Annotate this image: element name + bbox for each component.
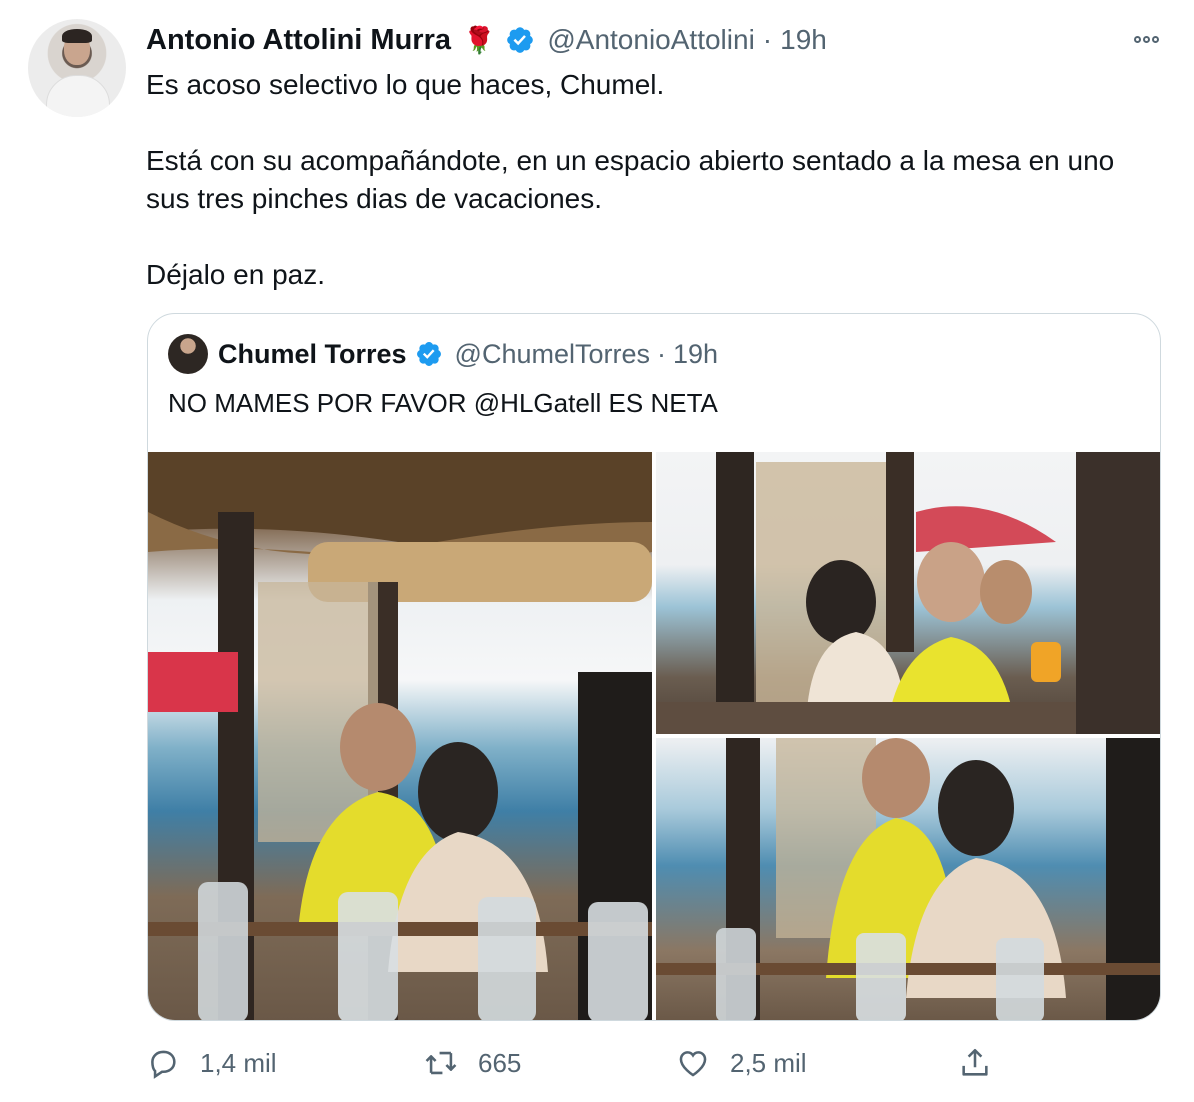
retweet-icon <box>425 1051 457 1075</box>
separator-dot: · <box>657 338 667 369</box>
verified-badge-icon <box>507 27 534 53</box>
tweet-line: Está con su acompañándote, en un espacio… <box>146 145 1115 214</box>
tweet-line: Es acoso selectivo lo que haces, Chumel. <box>146 69 665 100</box>
separator-dot: · <box>762 24 773 55</box>
quoted-tweet-header: Chumel Torres @ChumelTorres · 19h <box>218 336 718 372</box>
reply-button[interactable]: 1,4 mil <box>146 1040 277 1086</box>
author-handle[interactable]: @AntonioAttolini <box>547 24 754 56</box>
retweet-button[interactable]: 665 <box>424 1040 521 1086</box>
media-grid <box>148 452 1160 1020</box>
reply-icon <box>151 1050 176 1079</box>
tweet-line: Déjalo en paz. <box>146 259 326 290</box>
rose-emoji: 🌹 <box>462 24 496 55</box>
quoted-author-name[interactable]: Chumel Torres <box>218 339 407 370</box>
author-avatar[interactable] <box>28 19 126 117</box>
author-name[interactable]: Antonio Attolini Murra <box>146 24 451 57</box>
like-button[interactable]: 2,5 mil <box>676 1040 807 1086</box>
quoted-tweet-time[interactable]: 19h <box>673 339 718 370</box>
media-photo-3[interactable] <box>656 738 1160 1020</box>
media-photo-2[interactable] <box>656 452 1160 734</box>
retweet-count: 665 <box>478 1047 522 1078</box>
verified-badge-icon <box>416 342 441 366</box>
tweet-actions: 1,4 mil 665 2,5 mil <box>0 1040 1194 1086</box>
like-count: 2,5 mil <box>730 1047 807 1078</box>
tweet-header: Antonio Attolini Murra 🌹 @AntonioAttolin… <box>146 22 827 58</box>
more-options-icon[interactable] <box>1126 24 1166 54</box>
quoted-author-handle[interactable]: @ChumelTorres <box>455 339 650 370</box>
heart-icon <box>679 1051 707 1077</box>
tweet-time[interactable]: 19h <box>780 24 827 56</box>
quoted-tweet[interactable]: Chumel Torres @ChumelTorres · 19h NO MAM… <box>147 313 1161 1021</box>
quoted-tweet-text: NO MAMES POR FAVOR @HLGatell ES NETA <box>168 388 718 418</box>
reply-count: 1,4 mil <box>200 1047 277 1078</box>
share-button[interactable] <box>958 1040 992 1086</box>
tweet-text: Es acoso selectivo lo que haces, Chumel.… <box>146 66 1156 294</box>
quoted-author-avatar[interactable] <box>168 334 208 374</box>
media-photo-1[interactable] <box>148 452 652 1020</box>
share-icon <box>962 1048 988 1076</box>
